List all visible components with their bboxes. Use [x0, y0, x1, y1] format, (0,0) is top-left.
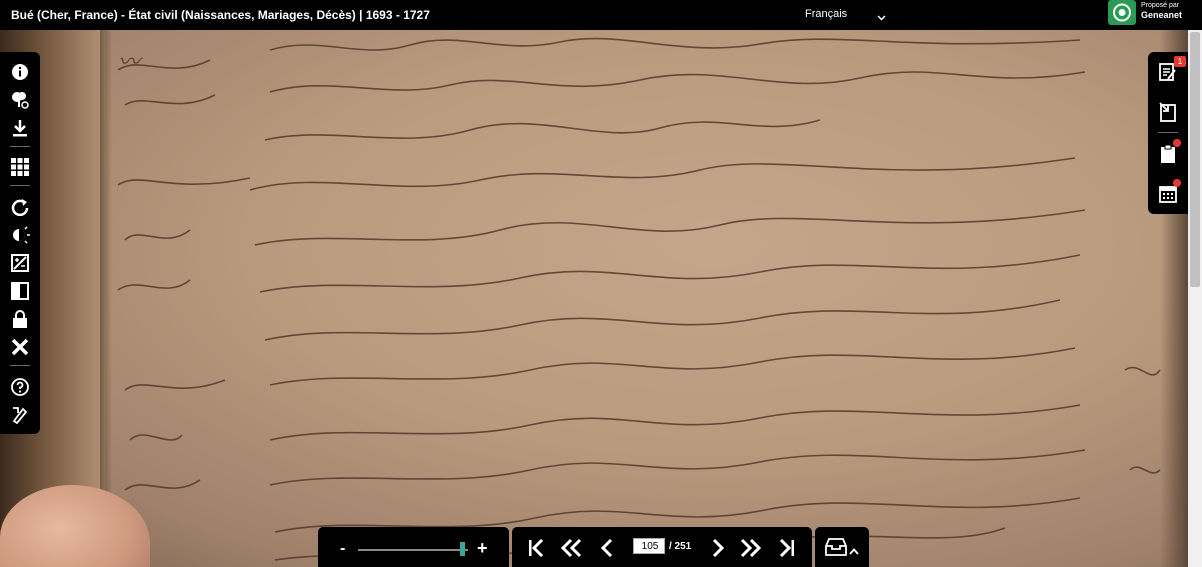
sponsor-logo[interactable]: Proposé par Geneanet	[1108, 0, 1202, 25]
notification-dot	[1173, 179, 1181, 187]
grid-icon[interactable]	[8, 155, 32, 179]
notification-dot	[1173, 139, 1181, 147]
toolbar-divider	[1158, 132, 1178, 133]
left-toolbar	[0, 52, 40, 434]
invert-icon[interactable]	[8, 279, 32, 303]
geneanet-icon	[1108, 0, 1136, 25]
notes-badge: 1	[1174, 56, 1186, 67]
fast-forward-icon[interactable]	[740, 537, 762, 559]
scrollbar-thumb[interactable]	[1190, 32, 1200, 287]
rotate-icon[interactable]	[8, 195, 32, 219]
info-icon[interactable]	[8, 60, 32, 84]
page-title: Bué (Cher, France) - État civil (Naissan…	[11, 8, 430, 22]
family-tree-icon[interactable]	[8, 88, 32, 112]
right-toolbar: 1	[1148, 52, 1188, 214]
zoom-slider-handle[interactable]	[460, 542, 465, 556]
page-number-input[interactable]	[633, 538, 665, 554]
sponsor-name: Geneanet	[1141, 10, 1183, 20]
download-icon[interactable]	[8, 116, 32, 140]
zoom-in-button[interactable]: +	[477, 538, 488, 559]
document-image[interactable]: 〰︎	[0, 30, 1188, 567]
first-page-icon[interactable]	[525, 537, 547, 559]
toolbar-divider	[10, 146, 30, 147]
top-bar: Bué (Cher, France) - État civil (Naissan…	[0, 0, 1202, 30]
tools-icon[interactable]	[8, 403, 32, 427]
clipboard-icon[interactable]	[1156, 139, 1181, 166]
page-total: / 251	[669, 541, 692, 552]
zoom-slider[interactable]	[358, 549, 468, 551]
notes-icon[interactable]: 1	[1156, 56, 1186, 84]
contrast-adjust-icon[interactable]	[8, 251, 32, 275]
next-page-icon[interactable]	[707, 537, 729, 559]
language-select[interactable]: Français	[805, 8, 847, 20]
fast-back-icon[interactable]	[560, 537, 582, 559]
page-navigation: / 251	[512, 527, 812, 567]
archive-box-icon[interactable]	[825, 538, 847, 561]
previous-page-icon[interactable]	[596, 537, 618, 559]
toolbar-divider	[10, 365, 30, 366]
export-note-icon[interactable]	[1156, 100, 1180, 124]
zoom-control: - +	[318, 527, 509, 567]
chevron-down-icon[interactable]	[877, 8, 886, 26]
toolbar-divider	[10, 185, 30, 186]
help-icon[interactable]	[8, 375, 32, 399]
zoom-out-button[interactable]: -	[340, 540, 345, 558]
lock-icon[interactable]	[8, 307, 32, 331]
last-page-icon[interactable]	[776, 537, 798, 559]
handwriting-strokes	[117, 37, 1161, 561]
chevron-up-icon[interactable]	[849, 542, 859, 560]
close-icon[interactable]	[8, 335, 32, 359]
sponsor-caption: Proposé par	[1141, 2, 1180, 9]
brightness-icon[interactable]	[8, 223, 32, 247]
archive-menu[interactable]	[815, 527, 869, 567]
calendar-icon[interactable]	[1156, 179, 1181, 206]
